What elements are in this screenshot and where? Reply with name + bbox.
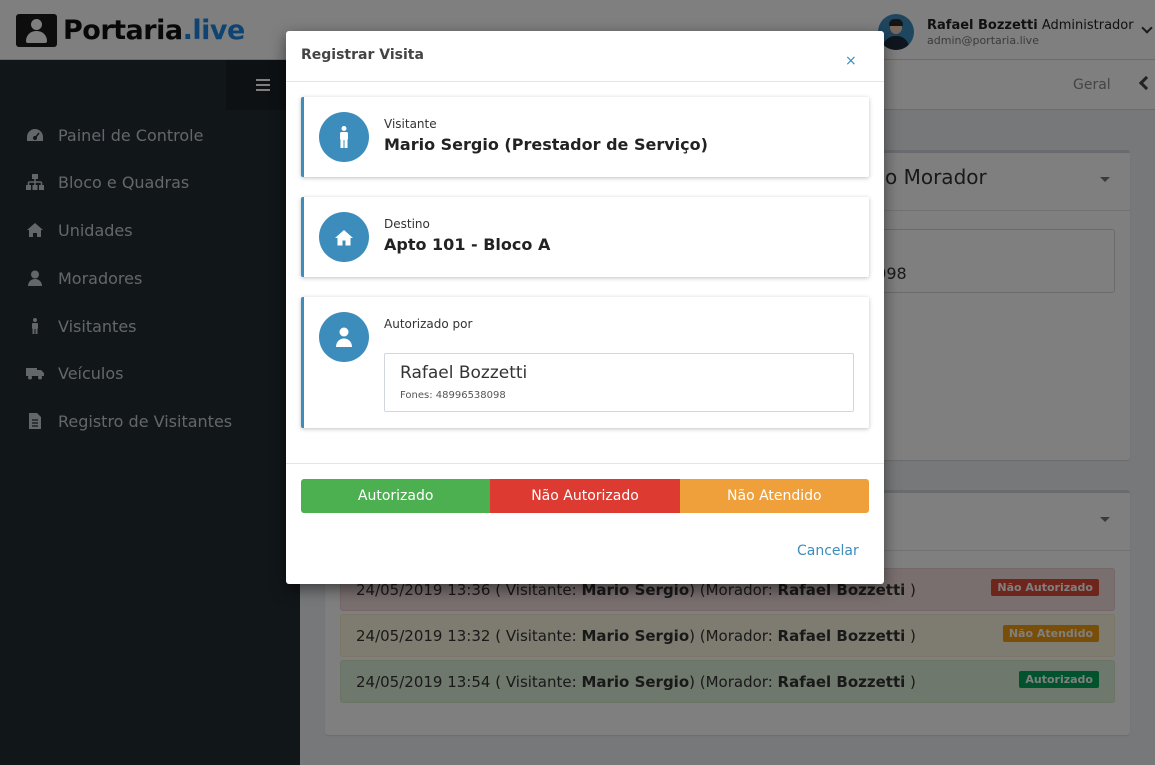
visitor-value: Mario Sergio (Prestador de Serviço) [384,135,708,154]
modal-header: Registrar Visita × [286,31,884,82]
visitor-card: Visitante Mario Sergio (Prestador de Ser… [301,97,869,177]
close-icon[interactable]: × [845,53,857,69]
authorizer-select[interactable]: Rafael Bozzetti Fones: 48996538098 [384,353,854,412]
destination-card: Destino Apto 101 - Bloco A [301,197,869,277]
modal-title: Registrar Visita [301,47,424,63]
authorized-card: Autorizado por Rafael Bozzetti Fones: 48… [301,297,869,428]
authorized-button[interactable]: Autorizado [301,479,491,513]
divider [286,463,884,464]
authorized-label: Autorizado por [384,317,473,331]
not-authorized-button[interactable]: Não Autorizado [490,479,680,513]
home-icon [319,212,369,262]
status-button-group: Autorizado Não Autorizado Não Atendido [301,479,869,513]
register-visit-modal: Registrar Visita × Visitante Mario Sergi… [286,31,884,584]
male-icon [319,112,369,162]
user-icon [319,312,369,362]
not-attended-button[interactable]: Não Atendido [679,479,869,513]
authorizer-name: Rafael Bozzetti [400,363,528,383]
cancel-button[interactable]: Cancelar [797,543,859,559]
authorizer-phone: Fones: 48996538098 [400,390,506,401]
destination-value: Apto 101 - Bloco A [384,235,551,254]
destination-label: Destino [384,217,430,231]
visitor-label: Visitante [384,117,437,131]
